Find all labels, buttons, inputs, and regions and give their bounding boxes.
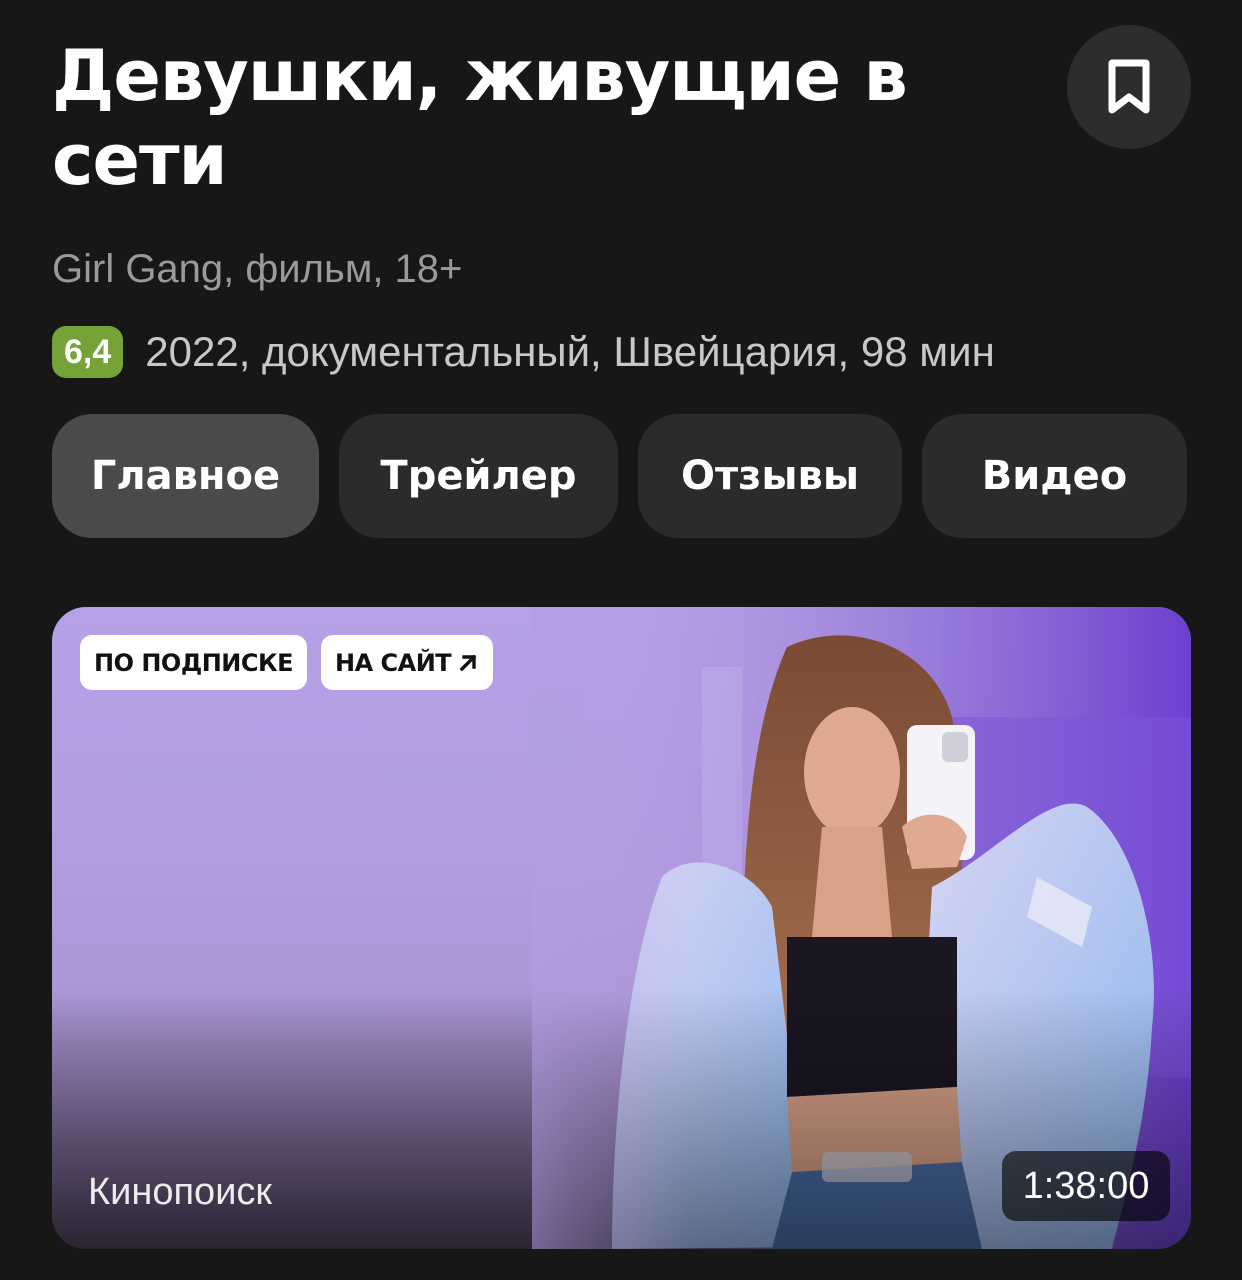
subscription-badge: ПО ПОДПИСКЕ	[80, 635, 308, 690]
card-badges: ПО ПОДПИСКЕ НА САЙТ	[80, 635, 494, 690]
movie-screen: Девушки, живущие в сети Girl Gang, фильм…	[0, 0, 1242, 1280]
movie-meta: 6,4 2022, документальный, Швейцария, 98 …	[52, 326, 995, 378]
tab-trailer[interactable]: Трейлер	[339, 414, 618, 538]
video-duration: 1:38:00	[1002, 1151, 1170, 1221]
tab-reviews[interactable]: Отзывы	[638, 414, 902, 538]
go-to-site-badge[interactable]: НА САЙТ	[321, 635, 494, 690]
tab-bar: Главное Трейлер Отзывы Видео	[52, 414, 1187, 538]
bookmark-icon	[1108, 59, 1150, 114]
rating-badge: 6,4	[52, 326, 124, 378]
go-to-site-label: НА САЙТ	[335, 648, 452, 677]
tab-video[interactable]: Видео	[922, 414, 1187, 538]
video-source: Кинопоиск	[88, 1171, 273, 1213]
subscription-badge-label: ПО ПОДПИСКЕ	[94, 648, 294, 677]
bookmark-button[interactable]	[1067, 25, 1191, 149]
movie-title: Девушки, живущие в сети	[52, 35, 908, 201]
movie-details: 2022, документальный, Швейцария, 98 мин	[145, 328, 995, 375]
arrow-up-right-icon	[457, 652, 479, 674]
movie-subtitle: Girl Gang, фильм, 18+	[52, 247, 463, 291]
tab-main[interactable]: Главное	[52, 414, 319, 538]
video-card[interactable]: ПО ПОДПИСКЕ НА САЙТ Кинопоиск 1:38:00	[52, 607, 1191, 1249]
